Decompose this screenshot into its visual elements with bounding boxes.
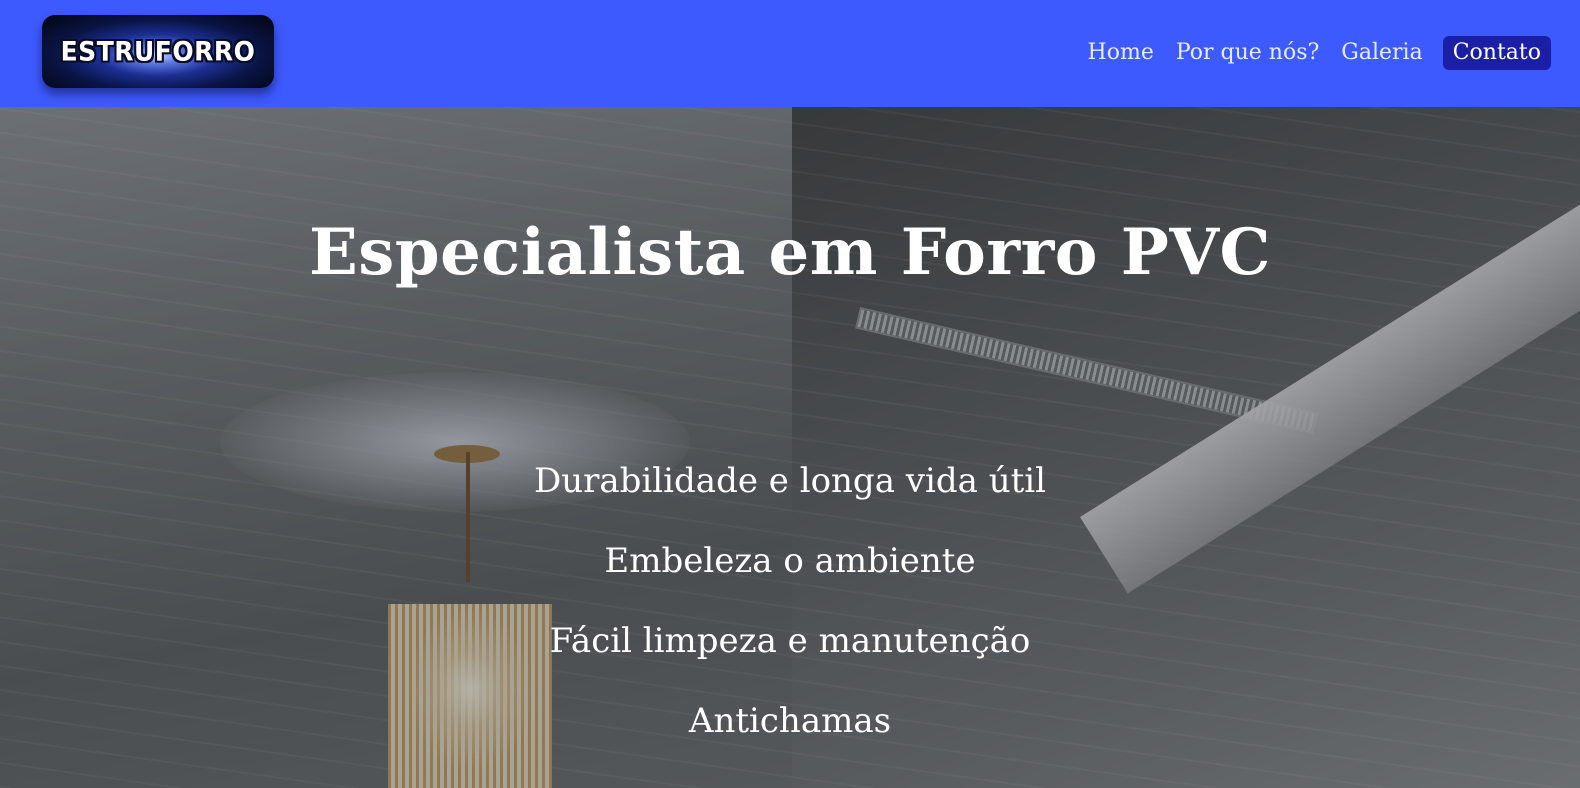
- nav-menu: Home Por que nós? Galeria Contato: [1086, 36, 1551, 70]
- hero-title: Especialista em Forro PVC: [309, 215, 1271, 290]
- brand-logo-text: ESTRUFORRO: [60, 36, 256, 67]
- feature-item: Fácil limpeza e manutenção: [549, 621, 1031, 661]
- feature-item: Antichamas: [688, 701, 892, 741]
- nav-link-home[interactable]: Home: [1086, 36, 1156, 70]
- feature-item: Embeleza o ambiente: [604, 541, 976, 581]
- feature-item: Durabilidade e longa vida útil: [533, 461, 1047, 501]
- hero-section: Especialista em Forro PVC Durabilidade e…: [0, 107, 1580, 788]
- nav-link-galeria[interactable]: Galeria: [1339, 36, 1424, 70]
- nav-link-contato[interactable]: Contato: [1442, 36, 1551, 70]
- navbar: ESTRUFORRO Home Por que nós? Galeria Con…: [0, 0, 1580, 107]
- brand-logo[interactable]: ESTRUFORRO: [42, 15, 274, 88]
- feature-list: Durabilidade e longa vida útil Embeleza …: [0, 457, 1580, 777]
- nav-link-por-que-nos[interactable]: Por que nós?: [1174, 36, 1321, 70]
